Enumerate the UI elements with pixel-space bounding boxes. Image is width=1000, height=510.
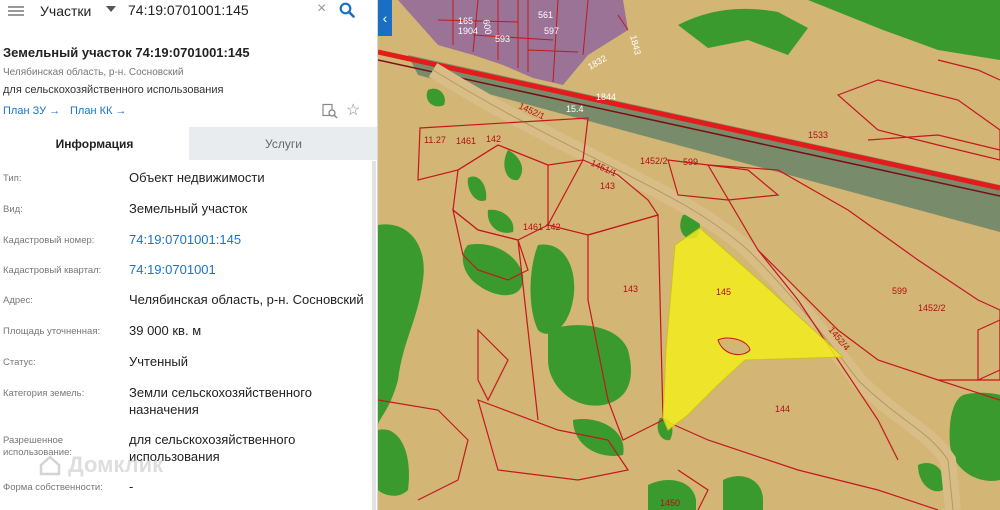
clear-icon[interactable]: × — [317, 1, 326, 17]
collapse-panel-button[interactable]: ‹ — [378, 0, 392, 36]
search-input[interactable] — [128, 0, 318, 20]
map-label: 11.27 — [424, 135, 446, 145]
property-value: - — [129, 479, 134, 494]
property-value-link[interactable]: 74:19:0701001:145 — [129, 231, 369, 248]
map-label: 143 — [623, 284, 638, 294]
tab-services[interactable]: Услуги — [189, 127, 377, 160]
map-label: 561 — [538, 10, 553, 20]
menu-icon[interactable] — [8, 6, 24, 16]
property-label: Адрес: — [3, 295, 33, 306]
arrow-right-icon: → — [115, 105, 127, 117]
chevron-left-icon: ‹ — [382, 10, 388, 26]
property-value-link[interactable]: 74:19:0701001 — [129, 261, 369, 278]
map-label: 599 — [683, 157, 698, 167]
parcel-usage: для сельскохозяйственного использования — [3, 84, 224, 96]
domclick-logo-icon — [39, 455, 61, 476]
property-label: Тип: — [3, 173, 22, 184]
map-label: 142 — [486, 134, 501, 144]
property-value: Земли сельскохозяйственного назначения — [129, 385, 312, 417]
map-label: 1450 — [660, 498, 680, 508]
property-label: Категория земель: — [3, 388, 85, 399]
map-label: 1533 — [808, 130, 828, 140]
watermark-text: Домклик — [68, 452, 164, 477]
search-bar: Участки × — [0, 0, 377, 22]
map-label: 15.4 — [566, 104, 584, 114]
plan-kk-label: План КК — [70, 105, 113, 117]
zoom-to-parcel-icon[interactable] — [322, 103, 338, 124]
map-label: 165 — [458, 16, 473, 26]
map-label: 1461 142 — [523, 222, 561, 232]
map-label: 1452/2 — [918, 303, 946, 313]
property-value: Учтенный — [129, 354, 189, 369]
star-icon[interactable]: ☆ — [346, 100, 360, 120]
info-panel: Участки × Земельный участок 74:19:070100… — [0, 0, 378, 510]
map-label: 144 — [775, 404, 790, 414]
tabs: Информация Услуги — [0, 127, 377, 160]
map-label: 593 — [495, 34, 510, 44]
map-label: 143 — [600, 181, 615, 191]
property-label: Статус: — [3, 357, 36, 368]
scrollbar[interactable] — [372, 161, 376, 510]
map-label: 599 — [892, 286, 907, 296]
plan-zu-link[interactable]: План ЗУ → — [3, 105, 60, 117]
cadastral-map[interactable]: 165 1904 600 593 561 597 1843 1832 1844 … — [378, 0, 1000, 510]
arrow-right-icon: → — [49, 105, 61, 117]
parcel-address: Челябинская область, р-н. Сосновский — [3, 67, 184, 78]
map-label: 1461 — [456, 136, 476, 146]
map-label: 1452/2 — [640, 156, 668, 166]
property-value: для сельскохозяйственного использования — [129, 432, 296, 464]
property-label: Вид: — [3, 204, 23, 215]
plan-kk-link[interactable]: План КК → — [70, 105, 126, 117]
map-canvas[interactable]: 165 1904 600 593 561 597 1843 1832 1844 … — [378, 0, 1000, 510]
property-label: Площадь уточненная: — [3, 326, 101, 337]
tab-information[interactable]: Информация — [0, 127, 189, 160]
map-label: 597 — [544, 26, 559, 36]
parcel-title: Земельный участок 74:19:0701001:145 — [3, 45, 250, 60]
property-value: Земельный участок — [129, 201, 248, 216]
property-label: Форма собственности: — [3, 482, 103, 493]
chevron-down-icon[interactable] — [106, 6, 116, 12]
search-button[interactable] — [334, 0, 360, 20]
property-value: Объект недвижимости — [129, 170, 265, 185]
property-value: Челябинская область, р-н. Сосновский — [129, 292, 364, 307]
map-label: 1844 — [596, 92, 616, 102]
plan-zu-label: План ЗУ — [3, 105, 47, 117]
watermark: Домклик — [38, 452, 163, 478]
property-label: Кадастровый квартал: — [3, 265, 102, 276]
property-value: 39 000 кв. м — [129, 323, 202, 338]
search-icon — [339, 2, 355, 18]
property-label: Кадастровый номер: — [3, 235, 95, 246]
map-label: 145 — [716, 287, 731, 297]
map-label: 1904 — [458, 26, 478, 36]
